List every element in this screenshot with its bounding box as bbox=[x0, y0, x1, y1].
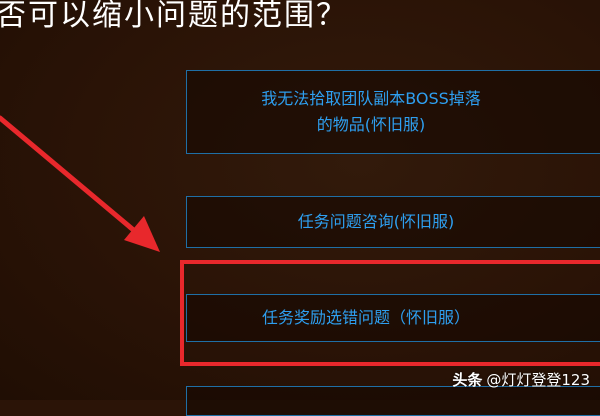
option-quest-reward-wrong-label: 任务奖励选错问题（怀旧服） bbox=[261, 308, 470, 327]
watermark: 头条 @灯灯登登123 bbox=[452, 369, 590, 390]
watermark-brand: 头条 bbox=[452, 371, 483, 389]
option-quest-inquiry[interactable]: 任务问题咨询(怀旧服) bbox=[186, 196, 600, 248]
help-center-screen: 否可以缩小问题的范围？ 我无法拾取团队副本BOSS掉落 的物品(怀旧服) 任务问… bbox=[0, 0, 600, 416]
option-raid-boss-loot[interactable]: 我无法拾取团队副本BOSS掉落 的物品(怀旧服) bbox=[186, 70, 600, 154]
option-quest-inquiry-label: 任务问题咨询(怀旧服) bbox=[297, 212, 455, 231]
option-raid-boss-loot-line1: 我无法拾取团队副本BOSS掉落 bbox=[261, 89, 481, 108]
option-quest-reward-wrong[interactable]: 任务奖励选错问题（怀旧服） bbox=[186, 294, 600, 342]
question-title: 否可以缩小问题的范围？ bbox=[0, 0, 348, 33]
option-raid-boss-loot-line2: 的物品(怀旧服) bbox=[316, 115, 426, 134]
watermark-handle: @灯灯登登123 bbox=[486, 371, 590, 389]
option-next-partial[interactable] bbox=[186, 386, 600, 416]
